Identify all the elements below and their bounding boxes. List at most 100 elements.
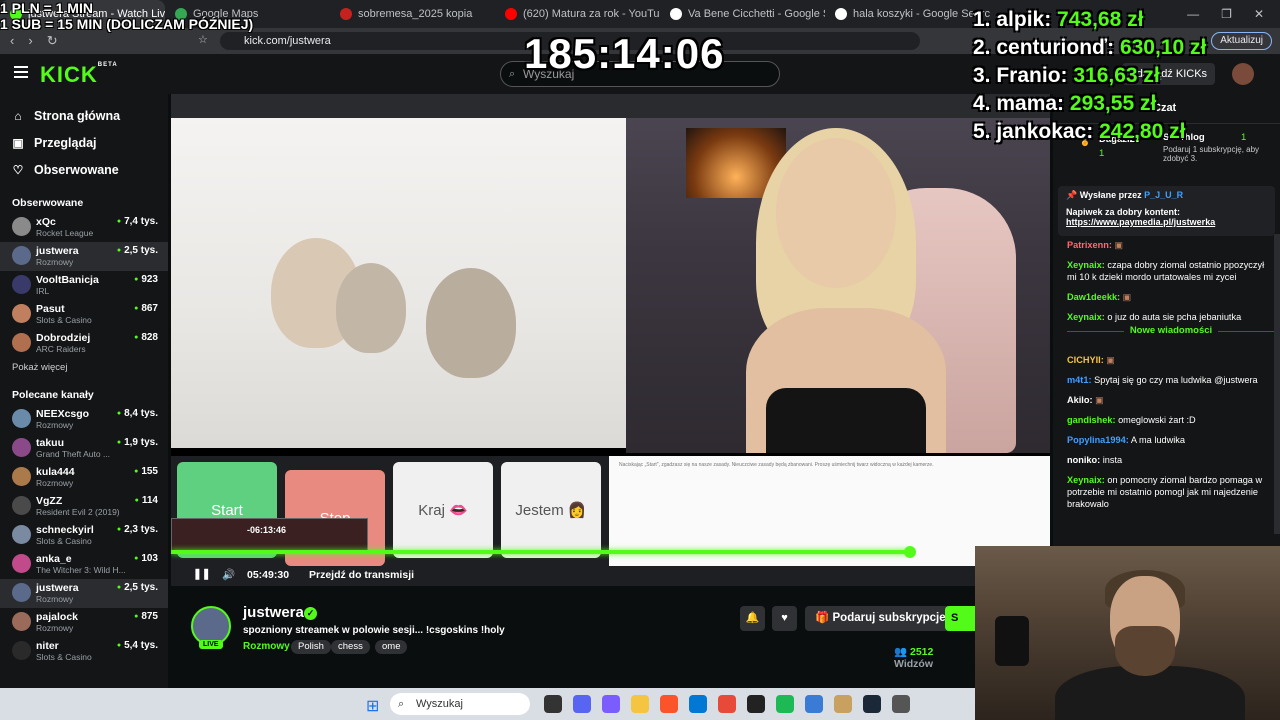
taskbar-search[interactable]: ⌕ Wyszukaj: [390, 693, 530, 715]
channel-category: Grand Theft Auto ...: [36, 449, 111, 459]
i-am-button[interactable]: Jestem 👩: [501, 462, 601, 558]
progress-bar[interactable]: [171, 550, 910, 554]
tag-polish[interactable]: Polish: [291, 640, 331, 654]
sidebar-channel[interactable]: kula444Rozmowy155: [0, 463, 168, 492]
donation-leaderboard: 1. alpik: 743,68 zł 2. centurionď: 630,10…: [973, 6, 1206, 146]
windows-start-icon[interactable]: ⊞: [366, 696, 379, 716]
gift-subscription-button[interactable]: 🎁 Podaruj subskrypcje: [805, 606, 956, 631]
store-icon[interactable]: [689, 695, 707, 713]
sidebar-channel[interactable]: VgZZResident Evil 2 (2019)114: [0, 492, 168, 521]
spotify-icon[interactable]: [776, 695, 794, 713]
browser-tab[interactable]: hala koszyki - Google Search: [825, 0, 990, 28]
copilot-icon[interactable]: [602, 695, 620, 713]
sidebar-channel[interactable]: PasutSlots & Casino867: [0, 300, 168, 329]
user-avatar[interactable]: [1232, 63, 1254, 85]
tag-ome[interactable]: ome: [375, 640, 408, 654]
obs-icon[interactable]: [747, 695, 765, 713]
sidebar-channel[interactable]: takuuGrand Theft Auto ...1,9 tys.: [0, 434, 168, 463]
forward-icon[interactable]: ›: [28, 33, 32, 49]
channel-avatar: [12, 583, 31, 602]
nav-label: Strona główna: [34, 108, 121, 123]
show-more-link[interactable]: Pokaż więcej: [0, 362, 168, 373]
pause-icon[interactable]: ❚❚: [193, 568, 211, 580]
reload-icon[interactable]: ↻: [47, 33, 58, 49]
sidebar-channel[interactable]: justweraRozmowy2,5 tys.: [0, 579, 168, 608]
browse-icon: ▣: [12, 135, 24, 150]
back-icon[interactable]: ‹: [10, 33, 14, 49]
maximize-icon[interactable]: ❐: [1221, 7, 1232, 21]
sidebar-channel[interactable]: VooltBanicjaIRL923: [0, 271, 168, 300]
chat-username[interactable]: Akilo:: [1067, 395, 1093, 405]
taskbar-search-placeholder: Wyszukaj: [416, 698, 463, 710]
app-icon[interactable]: [834, 695, 852, 713]
pinned-user[interactable]: P_J_U_R: [1144, 190, 1183, 200]
browser-icon[interactable]: [718, 695, 736, 713]
chat-username[interactable]: CICHYII:: [1067, 355, 1104, 365]
chat-username[interactable]: Patrixenn:: [1067, 240, 1112, 250]
chat-username[interactable]: Popylina1994:: [1067, 435, 1129, 445]
folder-icon[interactable]: [631, 695, 649, 713]
chat-username[interactable]: Daw1deekk:: [1067, 292, 1120, 302]
discord-icon[interactable]: [573, 695, 591, 713]
new-messages-label: Nowe wiadomości: [1123, 325, 1219, 336]
subscribe-button[interactable]: S: [945, 606, 975, 631]
tag-chess[interactable]: chess: [331, 640, 370, 654]
channel-avatar: [12, 641, 31, 660]
country-button[interactable]: Kraj 👄: [393, 462, 493, 558]
chat-username[interactable]: Xeynaix:: [1067, 312, 1105, 322]
gift-note: Podaruj 1 subskrypcję, aby zdobyć 3.: [1163, 145, 1260, 163]
sidebar-channel[interactable]: anka_eThe Witcher 3: Wild H...103: [0, 550, 168, 579]
browser-tab[interactable]: (620) Matura za rok - YouTube: [495, 0, 660, 28]
chat-username[interactable]: Xeynaix:: [1067, 260, 1105, 270]
chat-scrollbar[interactable]: [1274, 234, 1280, 534]
old-messages: Patrixenn: ▣ Xeynaix: czapa dobry ziomal …: [1067, 239, 1275, 323]
kick-logo[interactable]: KICKBETA: [40, 62, 118, 88]
sidebar-channel[interactable]: NEEXcsgoRozmowy8,4 tys.: [0, 405, 168, 434]
channel-avatar: [12, 409, 31, 428]
volume-icon[interactable]: 🔊: [222, 568, 235, 581]
video-player[interactable]: Start Stop Kraj 👄 Jestem 👩 Naciskając „S…: [171, 94, 1050, 586]
sidebar-channel[interactable]: justweraRozmowy2,5 tys.: [0, 242, 168, 271]
update-button[interactable]: Aktualizuj: [1211, 32, 1272, 50]
menu-icon[interactable]: [14, 66, 28, 78]
viewer-count: 👥 2512 Widzów: [894, 645, 975, 670]
nav-browse[interactable]: ▣ Przeglądaj: [0, 129, 168, 156]
stream-category[interactable]: Rozmowy: [243, 641, 290, 652]
chat-message: Xeynaix: o juz do auta sie pcha jebaniut…: [1067, 311, 1275, 323]
channel-avatar: [12, 525, 31, 544]
leader-amount: 316,63 zł: [1073, 64, 1160, 87]
chat-username[interactable]: m4t1:: [1067, 375, 1092, 385]
pinned-link[interactable]: https://www.paymedia.pl/justwerka: [1066, 217, 1267, 227]
notes-icon[interactable]: [805, 695, 823, 713]
chat-username[interactable]: gandishek:: [1067, 415, 1116, 425]
rules-text: Naciskając „Start", zgadzasz się na nasz…: [619, 462, 934, 468]
microphone: [995, 616, 1029, 666]
close-window-icon[interactable]: ✕: [1254, 7, 1264, 21]
nav-following[interactable]: ♡ Obserwowane: [0, 156, 168, 183]
sidebar-channel[interactable]: xQcRocket League7,4 tys.: [0, 213, 168, 242]
steam-icon[interactable]: [863, 695, 881, 713]
calculator-icon[interactable]: [892, 695, 910, 713]
heart-follow-button[interactable]: ♥: [772, 606, 797, 631]
browser-tab[interactable]: Va Bene Cicchetti - Google Search: [660, 0, 825, 28]
jump-to-live-button[interactable]: Przejdź do transmisji: [309, 569, 414, 581]
nav-home[interactable]: ⌂ Strona główna: [0, 102, 168, 129]
chat-username[interactable]: noniko:: [1067, 455, 1100, 465]
notification-bell-button[interactable]: 🔔: [740, 606, 765, 631]
chat-username[interactable]: Xeynaix:: [1067, 475, 1105, 485]
task-view-icon[interactable]: [544, 695, 562, 713]
channel-name[interactable]: justwera: [243, 604, 304, 621]
bookmark-icon[interactable]: ☆: [198, 33, 208, 46]
sidebar-channel[interactable]: DobrodziejARC Raiders828: [0, 329, 168, 358]
donation-rate-overlay: 1 PLN = 1 MIN 1 SUB = 15 MIN (DOLICZAM P…: [0, 0, 253, 32]
sidebar-channel[interactable]: niterSlots & Casino5,4 tys.: [0, 637, 168, 666]
viewer-count: 8,4 tys.: [117, 408, 158, 419]
sidebar-channel[interactable]: schneckyirlSlots & Casino2,3 tys.: [0, 521, 168, 550]
sidebar-channel[interactable]: pajalockRozmowy875: [0, 608, 168, 637]
channel-category: Resident Evil 2 (2019): [36, 507, 120, 517]
brave-icon[interactable]: [660, 695, 678, 713]
progress-knob[interactable]: [904, 546, 916, 558]
chat-text: o juz do auta sie pcha jebaniutka: [1107, 312, 1242, 322]
channel-avatar: [12, 612, 31, 631]
browser-tab[interactable]: sobremesa_2025 kopia: [330, 0, 495, 28]
